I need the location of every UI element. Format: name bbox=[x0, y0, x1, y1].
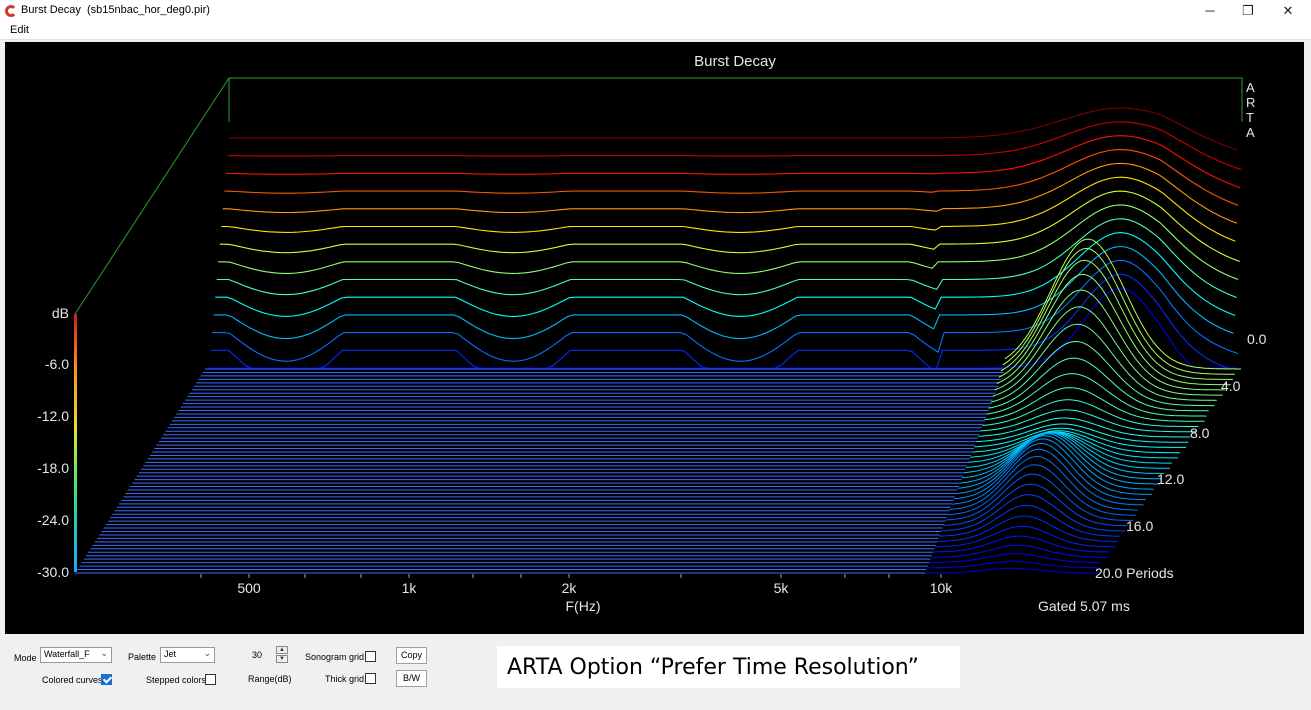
bw-button[interactable]: B/W bbox=[396, 670, 427, 687]
menu-edit[interactable]: Edit bbox=[10, 24, 29, 36]
waterfall-curve bbox=[229, 107, 1238, 151]
waterfall-svg: Burst Decay ARTA dB -6.0-12.0-18.0-24.0-… bbox=[37, 53, 1267, 614]
db-tick-label: -6.0 bbox=[45, 356, 69, 372]
colored-curves-label: Colored curves bbox=[42, 675, 103, 685]
freq-tick-label: 10k bbox=[930, 580, 954, 596]
freq-tick-label: 5k bbox=[774, 580, 790, 596]
waterfall-back-curves bbox=[209, 107, 1242, 369]
sonogram-grid-label: Sonogram grid bbox=[305, 652, 365, 662]
waterfall-peak-curve bbox=[947, 464, 1136, 516]
palette-select[interactable]: Jet ⌄ bbox=[160, 647, 215, 663]
db-tick-label: -18.0 bbox=[37, 460, 69, 476]
burst-decay-plot: Burst Decay ARTA dB -6.0 -12.0 -18.0 -24.0-… bbox=[5, 42, 1304, 634]
stepped-colors-checkbox[interactable] bbox=[205, 674, 216, 685]
chevron-down-icon: ⌄ bbox=[100, 648, 108, 658]
range-label: Range(dB) bbox=[248, 674, 292, 684]
svg-text:ARTA: ARTA bbox=[1246, 80, 1255, 140]
menu-bar: Edit bbox=[0, 22, 1311, 40]
waterfall-floor-lines bbox=[75, 368, 1005, 574]
db-axis-ticks: -6.0 -12.0 -18.0 -24.0 -30.0 bbox=[37, 356, 69, 580]
mode-select[interactable]: Waterfall_F ⌄ bbox=[40, 647, 112, 663]
waterfall-curve bbox=[227, 121, 1242, 171]
palette-label: Palette bbox=[128, 652, 157, 662]
db-axis-label: dB bbox=[52, 305, 69, 321]
waterfall-peak-curve bbox=[996, 289, 1225, 391]
sonogram-grid-checkbox[interactable] bbox=[365, 651, 376, 662]
waterfall-peak-curve bbox=[925, 567, 1097, 574]
freq-tick-label: 500 bbox=[237, 580, 261, 596]
period-tick-label: 4.0 bbox=[1221, 378, 1241, 394]
waterfall-peak-curve bbox=[1000, 259, 1233, 380]
waterfall-curve bbox=[224, 149, 1239, 206]
range-down-button[interactable]: ▼ bbox=[276, 655, 288, 663]
freq-tick-label: 1k bbox=[402, 580, 418, 596]
restore-button[interactable]: ❐ bbox=[1228, 0, 1268, 22]
gated-label: Gated 5.07 ms bbox=[1038, 598, 1130, 614]
waterfall-front-curves bbox=[925, 238, 1241, 574]
waterfall-peak-curve bbox=[994, 306, 1223, 396]
palette-select-value: Jet bbox=[164, 649, 177, 659]
waterfall-peak-curve bbox=[941, 494, 1126, 532]
waterfall-peak-curve bbox=[1002, 247, 1235, 375]
close-button[interactable]: ✕ bbox=[1268, 0, 1308, 22]
minimize-button[interactable]: ─ bbox=[1190, 0, 1230, 22]
waterfall-curve bbox=[225, 135, 1241, 189]
waterfall-curve bbox=[212, 259, 1239, 362]
thick-grid-label: Thick grid bbox=[325, 674, 365, 684]
range-up-button[interactable]: ▲ bbox=[276, 646, 288, 654]
db-color-bar bbox=[74, 314, 77, 572]
arta-app-icon bbox=[5, 5, 17, 17]
waterfall-curve bbox=[210, 273, 1237, 369]
range-input[interactable]: 30 bbox=[252, 650, 262, 660]
thick-grid-checkbox[interactable] bbox=[365, 673, 376, 684]
period-tick-label: 12.0 bbox=[1157, 471, 1184, 487]
frequency-axis-ticks: 500 1k 2k 5k 10k bbox=[200, 574, 954, 596]
period-tick-label: 16.0 bbox=[1126, 518, 1153, 534]
waterfall-curve bbox=[209, 287, 1235, 369]
title-bar: Burst Decay (sb15nbac_hor_deg0.pir) ─ ❐ … bbox=[0, 0, 1311, 22]
waterfall-peak-curve bbox=[937, 515, 1118, 542]
waterfall-peak-curve bbox=[1004, 238, 1241, 370]
db-tick-label: -24.0 bbox=[37, 512, 69, 528]
plot-title: Burst Decay bbox=[694, 53, 776, 70]
frame bbox=[74, 77, 1243, 315]
db-tick-label: -12.0 bbox=[37, 408, 69, 424]
period-tick-label: 20.0 Periods bbox=[1095, 565, 1174, 581]
mode-label: Mode bbox=[14, 653, 37, 663]
db-tick-label: -30.0 bbox=[37, 564, 69, 580]
frequency-axis-label: F(Hz) bbox=[566, 598, 601, 614]
period-tick-label: 0.0 bbox=[1247, 331, 1267, 347]
caption-overlay: ARTA Option “Prefer Time Resolution” bbox=[497, 646, 960, 688]
mode-select-value: Waterfall_F bbox=[44, 649, 90, 659]
colored-curves-checkbox[interactable] bbox=[101, 674, 112, 685]
freq-tick-label: 2k bbox=[562, 580, 578, 596]
copy-button[interactable]: Copy bbox=[396, 647, 427, 664]
waterfall-peak-curve bbox=[939, 504, 1120, 537]
window-title: Burst Decay (sb15nbac_hor_deg0.pir) bbox=[21, 4, 210, 16]
chevron-down-icon: ⌄ bbox=[203, 648, 211, 658]
arta-watermark: ARTA bbox=[1246, 80, 1255, 140]
stepped-colors-label: Stepped colors bbox=[146, 675, 207, 685]
waterfall-peak-curve bbox=[955, 438, 1152, 495]
period-tick-label: 8.0 bbox=[1190, 425, 1210, 441]
